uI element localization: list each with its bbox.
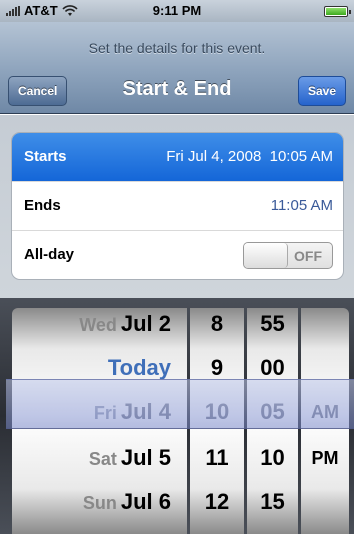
details-table: Starts Fri Jul 4, 2008 10:05 AM Ends 11:… bbox=[0, 115, 354, 298]
all-day-row: All-day OFF bbox=[12, 231, 343, 279]
status-bar: AT&T 9:11 PM bbox=[0, 0, 354, 22]
date-wheel-item: Today bbox=[107, 355, 171, 380]
ends-value: 11:05 AM bbox=[270, 197, 333, 214]
hour-wheel-item: 8 bbox=[210, 311, 224, 336]
date-wheel[interactable]: Wed Jul 2 Today Fri Jul 4 Sat Jul 5 Sun Jul … bbox=[12, 308, 187, 534]
ampm-wheel[interactable]: AM PM bbox=[301, 308, 349, 534]
ends-label: Ends bbox=[24, 197, 61, 214]
battery-icon bbox=[324, 6, 351, 17]
starts-label: Starts bbox=[24, 148, 67, 165]
hour-wheel-item-selected: 10 bbox=[204, 399, 230, 424]
minute-wheel-item: 55 bbox=[260, 311, 285, 336]
date-wheel-item: Sun Jul 6 bbox=[82, 489, 171, 514]
starts-value: Fri Jul 4, 2008 10:05 AM bbox=[166, 148, 333, 165]
date-wheel-item: Sat Jul 5 bbox=[88, 445, 171, 470]
minute-wheel-item-selected: 05 bbox=[260, 399, 285, 424]
navigation-bar: Set the details for this event. Cancel S… bbox=[0, 22, 354, 114]
time-group: Starts Fri Jul 4, 2008 10:05 AM Ends 11:… bbox=[11, 132, 344, 280]
hour-wheel-item: 9 bbox=[210, 355, 224, 380]
toggle-knob bbox=[244, 243, 288, 268]
nav-prompt: Set the details for this event. bbox=[88, 40, 266, 56]
ampm-wheel-item-selected: AM bbox=[311, 402, 339, 422]
toggle-state-label: OFF bbox=[294, 248, 322, 264]
starts-row[interactable]: Starts Fri Jul 4, 2008 10:05 AM bbox=[12, 133, 343, 182]
all-day-label: All-day bbox=[24, 246, 75, 263]
save-button[interactable]: Save bbox=[297, 76, 346, 106]
minute-wheel[interactable]: 55 00 05 10 15 bbox=[247, 308, 298, 534]
date-wheel-item: Wed Jul 2 bbox=[79, 311, 171, 336]
hour-wheel-item: 12 bbox=[204, 489, 230, 514]
status-time: 9:11 PM bbox=[152, 3, 202, 18]
minute-wheel-item: 10 bbox=[260, 445, 285, 470]
ampm-wheel-item: PM bbox=[311, 448, 339, 468]
minute-wheel-item: 15 bbox=[260, 489, 285, 514]
ends-row[interactable]: Ends 11:05 AM bbox=[12, 182, 343, 231]
hour-wheel[interactable]: 8 9 10 11 12 bbox=[190, 308, 244, 534]
date-time-picker: Wed Jul 2 Today Fri Jul 4 Sat Jul 5 Sun Jul … bbox=[0, 298, 354, 534]
hour-wheel-item: 11 bbox=[205, 445, 229, 470]
all-day-toggle[interactable]: OFF bbox=[243, 242, 333, 269]
minute-wheel-item: 00 bbox=[260, 355, 285, 380]
date-wheel-item-selected: Fri Jul 4 bbox=[93, 399, 171, 424]
